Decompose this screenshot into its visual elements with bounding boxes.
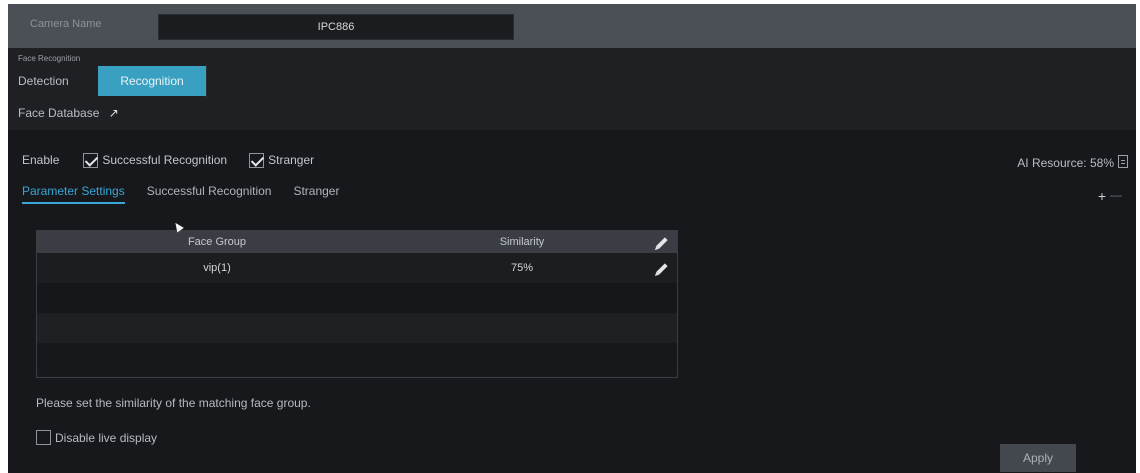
table-header: Face Group Similarity xyxy=(37,231,677,253)
disable-live-display-checkbox[interactable]: Disable live display xyxy=(36,430,157,445)
parameter-subtabs: Parameter Settings Successful Recognitio… xyxy=(22,184,361,204)
face-recognition-panel: Face Recognition Detection Recognition F… xyxy=(8,48,1136,130)
successful-recognition-checkbox[interactable]: Successful Recognition xyxy=(83,152,228,168)
table-row-empty xyxy=(37,343,677,373)
enable-label: Enable xyxy=(22,153,60,167)
tab-divider xyxy=(206,64,207,98)
plus-icon[interactable]: + xyxy=(1098,188,1106,204)
column-header-face-group: Face Group xyxy=(187,236,247,248)
column-header-similarity: Similarity xyxy=(499,236,545,248)
face-database-label: Face Database xyxy=(18,106,100,120)
checkbox-box[interactable] xyxy=(249,152,265,168)
minus-icon[interactable]: — xyxy=(1110,188,1122,202)
apply-button[interactable]: Apply xyxy=(1000,444,1076,472)
section-title: Face Recognition xyxy=(18,54,81,63)
face-group-cell: vip(1) xyxy=(203,262,231,274)
similarity-cell: 75% xyxy=(510,262,534,274)
face-database-link[interactable]: Face Database ↗ xyxy=(18,106,119,120)
table-row-empty xyxy=(37,283,677,313)
tab-successful-recognition[interactable]: Successful Recognition xyxy=(147,184,272,204)
edit-icon xyxy=(656,237,668,249)
checkbox-label: Disable live display xyxy=(55,430,158,445)
tab-detection[interactable]: Detection xyxy=(8,66,96,96)
document-icon[interactable] xyxy=(1118,155,1128,168)
tab-parameter-settings[interactable]: Parameter Settings xyxy=(22,184,125,204)
table-row[interactable]: vip(1) 75% xyxy=(37,253,677,283)
checkbox-label: Stranger xyxy=(268,153,315,167)
face-recognition-settings: Camera Name IPC886 Face Recognition Dete… xyxy=(8,4,1136,473)
face-group-table: Face Group Similarity vip(1) 75% xyxy=(36,230,678,378)
table-row-empty xyxy=(37,313,677,343)
edit-all-button[interactable] xyxy=(647,236,677,249)
tab-stranger[interactable]: Stranger xyxy=(293,184,339,204)
ai-resource-status: AI Resource: 58% xyxy=(1017,156,1114,170)
edit-row-button[interactable] xyxy=(647,262,677,275)
tab-recognition[interactable]: Recognition xyxy=(98,66,206,96)
enable-row: Enable Successful Recognition Stranger xyxy=(22,150,336,170)
similarity-hint: Please set the similarity of the matchin… xyxy=(36,396,311,410)
external-link-icon: ↗ xyxy=(108,106,119,120)
stranger-checkbox[interactable]: Stranger xyxy=(249,152,315,168)
checkbox-box[interactable] xyxy=(83,152,99,168)
checkbox-box[interactable] xyxy=(36,430,51,445)
checkbox-label: Successful Recognition xyxy=(102,153,228,167)
camera-name-bar: Camera Name IPC886 xyxy=(8,4,1136,48)
camera-name-label: Camera Name xyxy=(30,18,102,30)
camera-name-select[interactable]: IPC886 xyxy=(158,14,514,40)
edit-icon xyxy=(656,263,668,275)
